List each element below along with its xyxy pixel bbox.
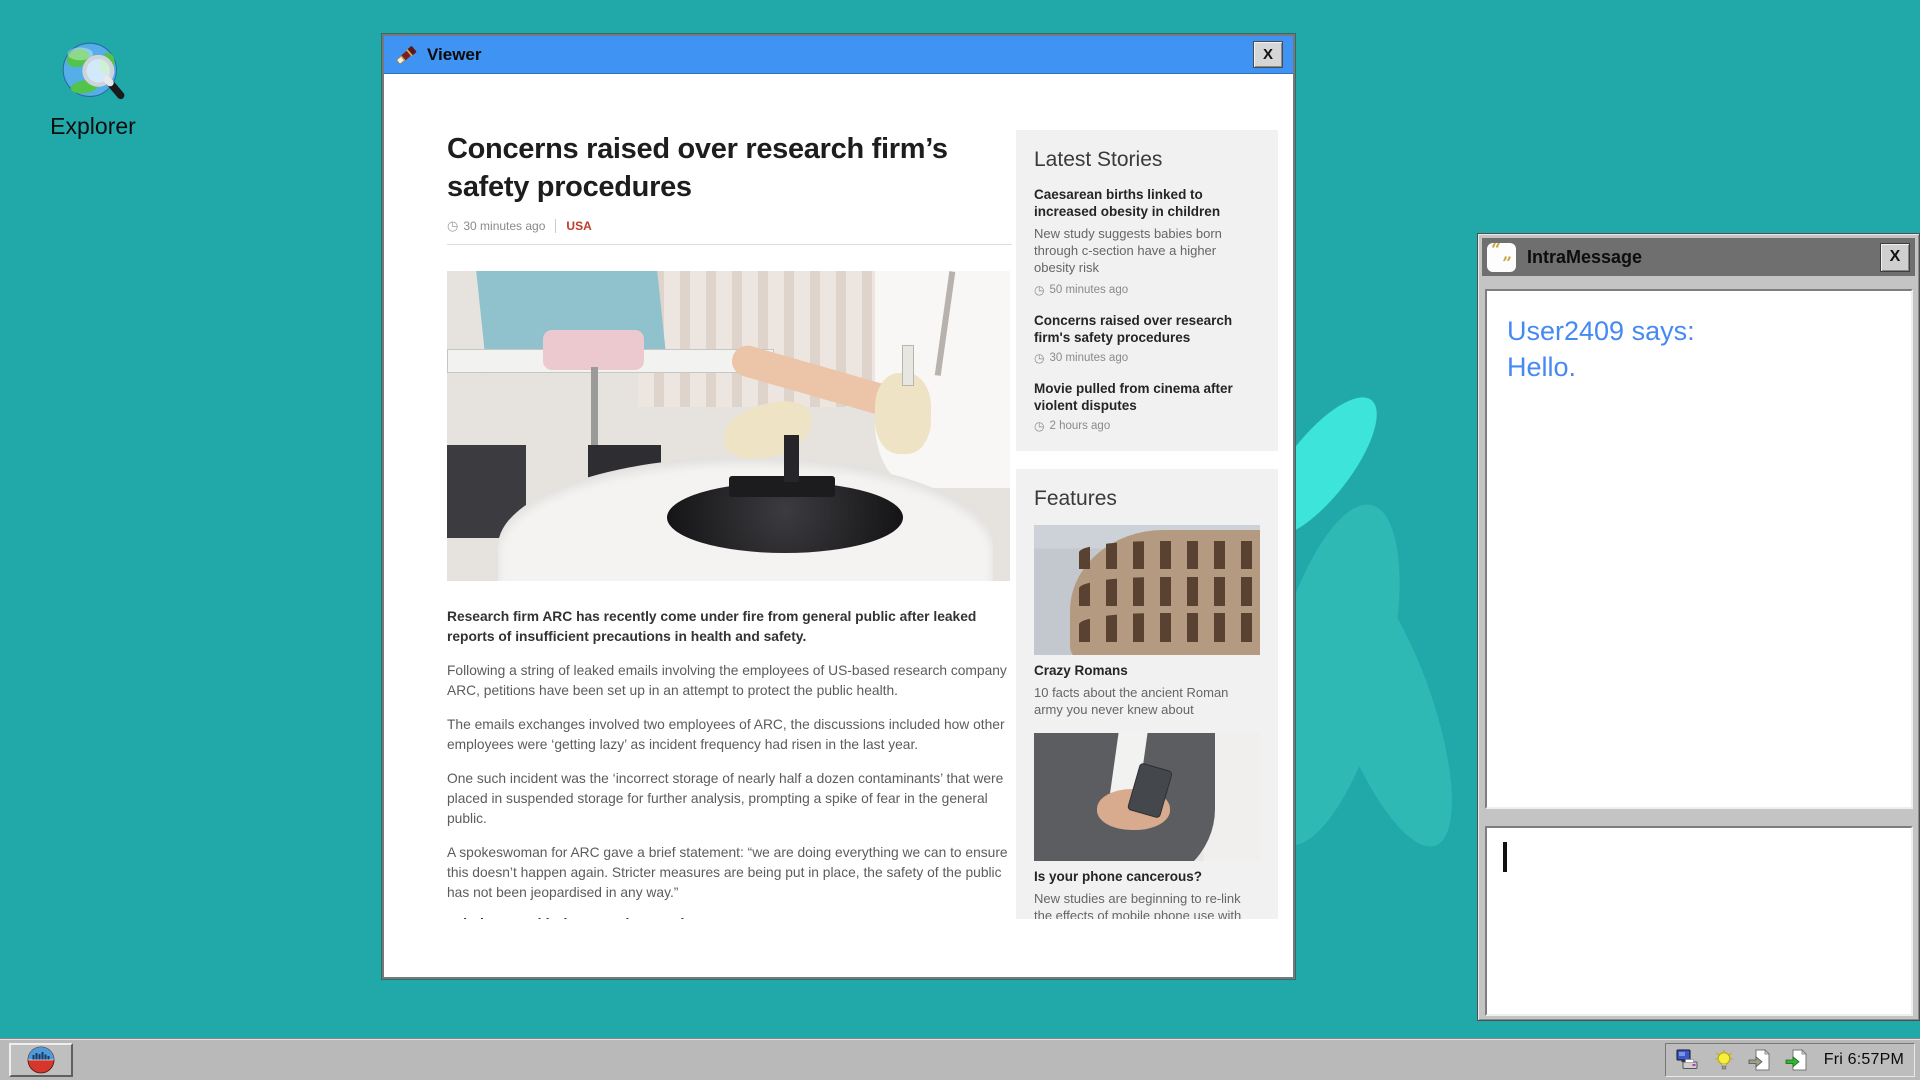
photo-shape (729, 476, 836, 498)
desktop-icon-label: Explorer (33, 113, 153, 140)
clock-icon: ◷ (447, 218, 458, 234)
telescope-app-icon (394, 43, 418, 67)
system-tray: Fri 6:57PM (1665, 1043, 1915, 1077)
file-transfer-in-icon[interactable] (1748, 1049, 1772, 1071)
article-lead-paragraph: Research firm ARC has recently come unde… (447, 607, 1012, 647)
feature-photo-phone (1034, 733, 1260, 861)
article-viewport: Concerns raised over research firm’s saf… (384, 74, 1293, 919)
message-text: Hello. (1507, 349, 1891, 385)
viewer-content: Concerns raised over research firm’s saf… (384, 74, 1293, 977)
article-paragraph: One such incident was the ‘incorrect sto… (447, 769, 1012, 829)
intramessage-close-button[interactable]: X (1880, 243, 1910, 272)
story-time: ◷ 50 minutes ago (1034, 283, 1260, 297)
clock-icon: ◷ (1034, 419, 1044, 433)
story-link[interactable]: Caesarean births linked to increased obe… (1034, 186, 1260, 297)
viewer-titlebar[interactable]: Viewer X (384, 36, 1293, 74)
feature-summary: 10 facts about the ancient Roman army yo… (1034, 684, 1260, 718)
clock-icon: ◷ (1034, 351, 1044, 365)
next-article-heading: Britain’s steel industry: What’s going w… (447, 917, 1012, 919)
intramessage-window-title: IntraMessage (1527, 247, 1642, 268)
article-headline: Concerns raised over research firm’s saf… (447, 130, 972, 206)
explorer-globe-magnifier-icon (60, 40, 126, 106)
story-timestamp: 50 minutes ago (1049, 284, 1128, 296)
latest-stories-title: Latest Stories (1034, 148, 1260, 172)
features-panel: Features Crazy Romans 10 facts about the (1016, 469, 1278, 919)
viewer-window: Viewer X Concerns raised over research f… (382, 34, 1295, 979)
clock-icon: ◷ (1034, 283, 1044, 297)
story-link[interactable]: Concerns raised over research firm's saf… (1034, 312, 1260, 365)
desktop: Explorer Viewer X Concerns raised over (0, 0, 1920, 1080)
story-summary: New study suggests babies born through c… (1034, 225, 1260, 276)
taskbar: Fri 6:57PM (0, 1038, 1920, 1080)
story-time: ◷ 30 minutes ago (1034, 351, 1260, 365)
article-meta: ◷ 30 minutes ago USA (447, 218, 1012, 234)
close-quote-glyph: ” (1502, 254, 1512, 274)
text-caret (1503, 842, 1507, 872)
latest-stories-panel: Latest Stories Caesarean births linked t… (1016, 130, 1278, 451)
taskbar-clock: Fri 6:57PM (1824, 1051, 1904, 1069)
story-headline: Movie pulled from cinema after violent d… (1034, 380, 1260, 414)
feature-summary: New studies are beginning to re-link the… (1034, 890, 1260, 919)
message-sender-line: User2409 says: (1507, 313, 1891, 349)
message-history-pane: User2409 says: Hello. (1485, 289, 1913, 809)
viewer-close-button[interactable]: X (1253, 41, 1283, 68)
photo-shape (784, 435, 799, 482)
photo-shape (1079, 541, 1260, 570)
feature-link[interactable]: Crazy Romans 10 facts about the ancient … (1034, 525, 1260, 718)
features-title: Features (1034, 487, 1260, 511)
open-quote-glyph: “ (1491, 240, 1501, 260)
story-timestamp: 2 hours ago (1049, 420, 1110, 432)
feature-headline: Crazy Romans (1034, 662, 1260, 679)
story-time: ◷ 2 hours ago (1034, 419, 1260, 433)
photo-shape (1079, 577, 1260, 606)
article-timestamp: 30 minutes ago (463, 219, 545, 233)
photo-shape (902, 345, 914, 385)
divider (447, 244, 1012, 245)
start-button[interactable] (9, 1043, 73, 1077)
computer-printer-status-icon[interactable] (1676, 1049, 1700, 1071)
file-transfer-out-icon[interactable] (1785, 1049, 1809, 1071)
article-paragraph: The emails exchanges involved two employ… (447, 715, 1012, 755)
feature-link[interactable]: Is your phone cancerous? New studies are… (1034, 733, 1260, 919)
intramessage-titlebar[interactable]: “ ” IntraMessage X (1482, 238, 1915, 276)
story-headline: Caesarean births linked to increased obe… (1034, 186, 1260, 220)
story-headline: Concerns raised over research firm's saf… (1034, 312, 1260, 346)
message-input-field[interactable] (1485, 826, 1913, 1016)
feature-photo-colosseum (1034, 525, 1260, 655)
start-logo-icon (26, 1045, 56, 1075)
story-timestamp: 30 minutes ago (1049, 352, 1128, 364)
photo-shape (543, 330, 644, 370)
article-sidebar: Latest Stories Caesarean births linked t… (1016, 130, 1278, 919)
desktop-icon-explorer[interactable]: Explorer (33, 40, 153, 140)
quotes-app-icon: “ ” (1487, 243, 1516, 272)
intramessage-window: “ ” IntraMessage X User2409 says: Hello. (1477, 233, 1920, 1021)
story-link[interactable]: Movie pulled from cinema after violent d… (1034, 380, 1260, 433)
article-photo-lab (447, 271, 1010, 581)
article-paragraph: Following a string of leaked emails invo… (447, 661, 1012, 701)
viewer-window-title: Viewer (427, 45, 482, 65)
article-category-tag: USA (555, 219, 591, 233)
lightbulb-tip-icon[interactable] (1713, 1049, 1735, 1071)
photo-shape (1079, 613, 1260, 642)
article-main-column: Concerns raised over research firm’s saf… (447, 74, 1012, 919)
feature-headline: Is your phone cancerous? (1034, 868, 1260, 885)
article-paragraph: A spokeswoman for ARC gave a brief state… (447, 843, 1012, 903)
